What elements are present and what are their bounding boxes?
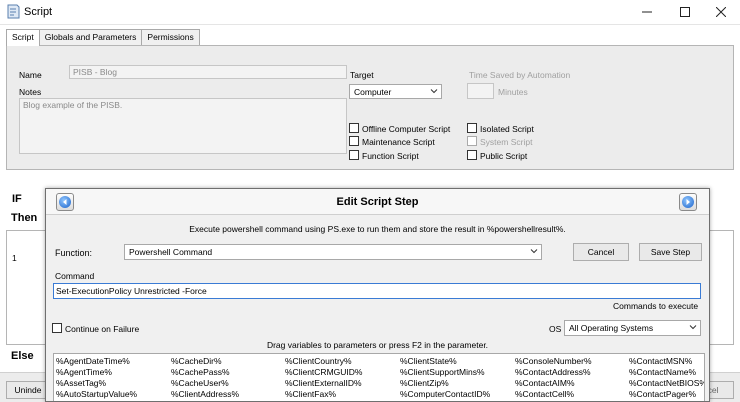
tab-script[interactable]: Script <box>6 29 40 46</box>
isolated-label: Isolated Script <box>480 124 534 134</box>
then-section-heading: Then <box>11 212 38 224</box>
variable-item[interactable]: %CacheDir% <box>171 356 239 367</box>
window-titlebar: Script <box>0 0 740 25</box>
variable-item[interactable]: %ContactMSN% <box>629 356 704 367</box>
else-section-heading: Else <box>11 350 34 362</box>
step-row-number: 1 <box>12 253 17 263</box>
variable-column-6: %ContactMSN% %ContactName% %ContactNetBI… <box>629 356 704 400</box>
isolated-checkbox[interactable] <box>467 123 477 133</box>
system-checkbox[interactable] <box>467 136 477 146</box>
function-value: Powershell Command <box>129 247 213 257</box>
variable-item[interactable]: %ConsoleNumber% <box>515 356 592 367</box>
close-button[interactable] <box>702 0 740 24</box>
name-field[interactable]: PISB - Blog <box>69 65 347 79</box>
variable-column-5: %ConsoleNumber% %ContactAddress% %Contac… <box>515 356 592 400</box>
os-label: OS <box>549 324 562 334</box>
variable-item[interactable]: %ClientAddress% <box>171 389 239 400</box>
variable-column-2: %CacheDir% %CachePass% %CacheUser% %Clie… <box>171 356 239 400</box>
notes-field[interactable]: Blog example of the PISB. <box>19 98 347 154</box>
script-app-icon <box>7 4 20 19</box>
variable-item[interactable]: %CacheUser% <box>171 378 239 389</box>
next-step-button[interactable] <box>679 193 697 211</box>
command-label: Command <box>55 271 95 281</box>
variables-list[interactable]: %AgentDateTime% %AgentTime% %AssetTag% %… <box>53 353 705 401</box>
target-label: Target <box>350 70 374 80</box>
name-label: Name <box>19 70 42 80</box>
dialog-title: Edit Script Step <box>336 196 419 208</box>
variable-item[interactable]: %ClientSupportMins% <box>400 367 490 378</box>
minutes-field[interactable] <box>467 83 494 99</box>
target-value: Computer <box>354 87 392 97</box>
os-value: All Operating Systems <box>569 323 654 333</box>
arrow-right-icon <box>682 196 694 208</box>
variable-item[interactable]: %ContactNetBIOS% <box>629 378 704 389</box>
minutes-label: Minutes <box>498 87 528 97</box>
time-saved-label: Time Saved by Automation <box>469 70 571 80</box>
variable-item[interactable]: %ClientCountry% <box>285 356 362 367</box>
variable-item[interactable]: %ContactPager% <box>629 389 704 400</box>
continue-on-failure-label: Continue on Failure <box>65 324 140 334</box>
if-section-heading: IF <box>12 193 22 205</box>
minimize-icon <box>642 11 652 13</box>
variable-item[interactable]: %AgentTime% <box>56 367 137 378</box>
variable-item[interactable]: %ClientZip% <box>400 378 490 389</box>
save-step-button[interactable]: Save Step <box>639 243 702 261</box>
variable-item[interactable]: %ClientFax% <box>285 389 362 400</box>
maintenance-checkbox[interactable] <box>349 136 359 146</box>
chevron-down-icon <box>530 249 538 254</box>
undo-button[interactable]: Uninde <box>6 381 50 399</box>
public-label: Public Script <box>480 151 528 161</box>
close-icon <box>716 7 726 17</box>
maximize-icon <box>680 7 690 17</box>
variable-item[interactable]: %ContactName% <box>629 367 704 378</box>
tab-strip: Script Globals and Parameters Permission… <box>6 29 200 46</box>
offline-computer-checkbox[interactable] <box>349 123 359 133</box>
variable-column-3: %ClientCountry% %ClientCRMGUID% %ClientE… <box>285 356 362 400</box>
function-description: Execute powershell command using PS.exe … <box>189 224 566 234</box>
script-tab-panel: Name PISB - Blog Notes Blog example of t… <box>6 45 734 170</box>
notes-label: Notes <box>19 87 42 97</box>
tab-permissions[interactable]: Permissions <box>141 29 200 45</box>
minimize-button[interactable] <box>628 0 666 24</box>
variable-item[interactable]: %ClientState% <box>400 356 490 367</box>
variable-item[interactable]: %ComputerContactID% <box>400 389 490 400</box>
chevron-down-icon <box>689 325 697 330</box>
commands-hint: Commands to execute <box>613 301 699 311</box>
variable-item[interactable]: %ClientExternalID% <box>285 378 362 389</box>
function-label: Function: <box>55 248 93 258</box>
offline-computer-label: Offline Computer Script <box>362 124 451 134</box>
chevron-down-icon <box>430 89 438 94</box>
variable-item[interactable]: %CachePass% <box>171 367 239 378</box>
variable-item[interactable]: %ClientCRMGUID% <box>285 367 362 378</box>
maximize-button[interactable] <box>666 0 704 24</box>
maintenance-label: Maintenance Script <box>362 137 435 147</box>
os-select[interactable]: All Operating Systems <box>564 320 701 336</box>
target-select[interactable]: Computer <box>349 84 442 99</box>
variable-item[interactable]: %AgentDateTime% <box>56 356 137 367</box>
variable-item[interactable]: %AutoStartupValue% <box>56 389 137 400</box>
continue-on-failure-checkbox[interactable] <box>52 323 62 333</box>
dialog-header: Edit Script Step <box>46 189 709 215</box>
system-label: System Script <box>480 137 533 147</box>
variable-column-4: %ClientState% %ClientSupportMins% %Clien… <box>400 356 490 400</box>
variable-item[interactable]: %ContactAddress% <box>515 367 592 378</box>
drag-hint: Drag variables to parameters or press F2… <box>266 340 489 350</box>
window-title: Script <box>24 6 53 18</box>
variable-column-1: %AgentDateTime% %AgentTime% %AssetTag% %… <box>56 356 137 400</box>
edit-script-step-dialog: Edit Script Step Execute powershell comm… <box>45 188 710 402</box>
dialog-cancel-button[interactable]: Cancel <box>573 243 629 261</box>
function-checkbox[interactable] <box>349 150 359 160</box>
function-select[interactable]: Powershell Command <box>124 244 542 260</box>
variable-item[interactable]: %ContactAIM% <box>515 378 592 389</box>
variable-item[interactable]: %AssetTag% <box>56 378 137 389</box>
function-label: Function Script <box>362 151 419 161</box>
tab-globals-and-parameters[interactable]: Globals and Parameters <box>38 29 143 45</box>
variable-item[interactable]: %ContactCell% <box>515 389 592 400</box>
command-input[interactable]: Set-ExecutionPolicy Unrestricted -Force <box>53 283 701 299</box>
public-checkbox[interactable] <box>467 150 477 160</box>
